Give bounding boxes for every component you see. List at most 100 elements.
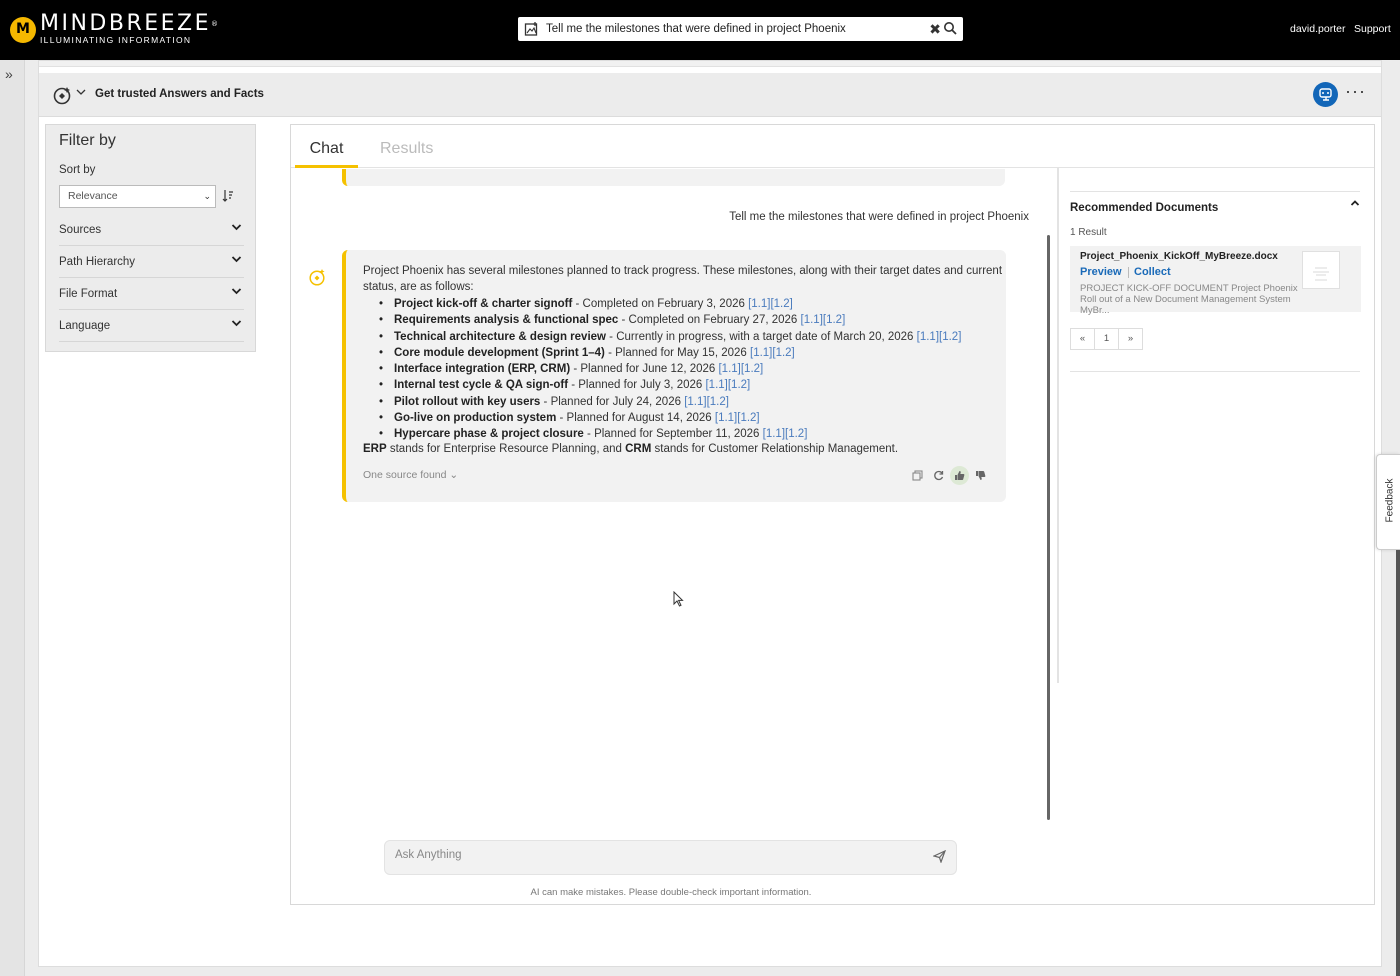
- list-item: Interface integration (ERP, CRM) - Plann…: [377, 361, 961, 378]
- assistant-settings-icon[interactable]: [1313, 82, 1338, 107]
- milestone-detail: - Planned for May 15, 2026: [604, 346, 750, 359]
- preview-link[interactable]: Preview: [1080, 266, 1122, 278]
- facet-language[interactable]: Language: [59, 314, 244, 342]
- logo[interactable]: MINDBREEZE® ILLUMINATING INFORMATION: [10, 11, 219, 45]
- logo-name: MINDBREEZE: [40, 11, 212, 36]
- milestone-detail: - Completed on February 3, 2026: [572, 298, 749, 310]
- chevron-down-icon: [231, 286, 242, 298]
- search-icon[interactable]: [943, 21, 957, 40]
- support-link[interactable]: Support: [1354, 23, 1391, 35]
- copy-icon[interactable]: [908, 466, 927, 485]
- search-input[interactable]: [543, 18, 923, 40]
- more-icon[interactable]: ···: [1345, 81, 1366, 102]
- milestone-name: Interface integration (ERP, CRM): [394, 363, 571, 376]
- expand-sidebar-icon[interactable]: »: [5, 66, 13, 82]
- chat-scrollbar[interactable]: [1047, 235, 1050, 820]
- clear-icon[interactable]: ✖: [929, 21, 941, 38]
- ask-input[interactable]: [395, 849, 915, 861]
- chevron-up-icon[interactable]: [1350, 198, 1360, 210]
- chevron-down-icon[interactable]: [76, 88, 86, 99]
- facet-file-format[interactable]: File Format: [59, 282, 244, 310]
- logo-registered: ®: [211, 20, 219, 28]
- send-icon[interactable]: [932, 849, 947, 868]
- search-bar: ✖: [518, 17, 963, 41]
- abbreviation-note: ERP stands for Enterprise Resource Plann…: [363, 443, 898, 455]
- sources-toggle[interactable]: One source found ⌄: [363, 469, 458, 481]
- divider: [1070, 191, 1360, 192]
- mouse-cursor-icon: [673, 590, 684, 612]
- image-search-icon[interactable]: [521, 17, 543, 41]
- frame-top-strip: [39, 61, 1381, 67]
- milestone-detail: - Planned for July 24, 2026: [540, 395, 685, 408]
- sort-select[interactable]: Relevance ⌄: [59, 185, 216, 208]
- milestone-name: Hypercare phase & project closure: [394, 428, 584, 441]
- assistant-answer: Project Phoenix has several milestones p…: [342, 250, 1006, 502]
- facet-sources[interactable]: Sources: [59, 218, 244, 246]
- list-item: Requirements analysis & functional spec …: [377, 312, 961, 329]
- pager-next[interactable]: »: [1118, 328, 1143, 350]
- tab-bar: Chat Results: [291, 125, 1374, 168]
- page-scrollbar[interactable]: [1396, 550, 1400, 976]
- milestone-detail: - Planned for July 3, 2026: [568, 379, 706, 392]
- filter-title: Filter by: [59, 132, 116, 149]
- milestone-name: Technical architecture & design review: [394, 330, 606, 343]
- milestone-detail: - Planned for September 11, 2026: [583, 428, 763, 441]
- milestone-name: Requirements analysis & functional spec: [394, 314, 619, 327]
- list-item: Go-live on production system - Planned f…: [377, 410, 961, 427]
- citation-link[interactable]: [1.1][1.2]: [705, 379, 750, 391]
- list-item: Core module development (Sprint 1–4) - P…: [377, 345, 961, 362]
- milestone-detail: - Completed on February 27, 2026: [618, 314, 801, 327]
- chevron-down-icon: ⌄: [203, 191, 211, 201]
- abbr-erp-text: stands for Enterprise Resource Planning,…: [386, 443, 626, 455]
- document-snippet: PROJECT KICK-OFF DOCUMENT Project Phoeni…: [1080, 283, 1298, 316]
- filter-panel: Filter by Sort by Relevance ⌄ Sources Pa…: [45, 124, 256, 352]
- facet-label: File Format: [59, 288, 118, 300]
- collect-link[interactable]: Collect: [1134, 266, 1171, 278]
- milestone-detail: - Currently in progress, with a target d…: [605, 330, 917, 343]
- ask-box: [384, 840, 957, 875]
- citation-link[interactable]: [1.1][1.2]: [763, 428, 808, 440]
- facet-label: Sources: [59, 224, 102, 236]
- list-item: Technical architecture & design review -…: [377, 329, 962, 346]
- feedback-tab[interactable]: Feedback: [1376, 454, 1400, 550]
- tab-chat[interactable]: Chat: [295, 125, 358, 168]
- divider: [1070, 371, 1360, 372]
- list-item: Internal test cycle & QA sign-off - Plan…: [377, 377, 961, 394]
- user-menu[interactable]: david.porter: [1290, 23, 1345, 35]
- citation-link[interactable]: [1.1][1.2]: [684, 396, 729, 408]
- milestone-name: Project kick-off & charter signoff: [394, 298, 573, 310]
- list-item: Pilot rollout with key users - Planned f…: [377, 394, 961, 411]
- pager-page[interactable]: 1: [1094, 328, 1119, 350]
- citation-link[interactable]: [1.1][1.2]: [748, 298, 793, 310]
- list-item: Project kick-off & charter signoff - Com…: [377, 296, 961, 313]
- thumbs-up-icon[interactable]: [950, 466, 969, 485]
- regenerate-icon[interactable]: [929, 466, 948, 485]
- document-card[interactable]: Project_Phoenix_KickOff_MyBreeze.docx Pr…: [1070, 246, 1361, 316]
- abbr-crm: CRM: [625, 443, 652, 455]
- result-count: 1 Result: [1070, 227, 1107, 238]
- facet-path-hierarchy[interactable]: Path Hierarchy: [59, 250, 244, 278]
- tab-results[interactable]: Results: [380, 125, 433, 173]
- citation-link[interactable]: [1.1][1.2]: [801, 314, 846, 326]
- left-rail: »: [0, 60, 25, 976]
- answer-actions: [908, 466, 992, 485]
- thumbs-down-icon[interactable]: [971, 466, 990, 485]
- citation-link[interactable]: [1.1][1.2]: [718, 363, 763, 375]
- abbr-erp: ERP: [363, 443, 387, 455]
- facet-label: Path Hierarchy: [59, 256, 136, 268]
- previous-answer-bubble: [342, 169, 1005, 186]
- pager-prev[interactable]: «: [1070, 328, 1095, 350]
- citation-link[interactable]: [1.1][1.2]: [750, 347, 795, 359]
- facet-label: Language: [59, 320, 111, 332]
- chat-panel: Chat Results Tell me the milestones that…: [290, 124, 1375, 905]
- recommended-documents: Recommended Documents 1 Result Project_P…: [1057, 168, 1365, 683]
- citation-link[interactable]: [1.1][1.2]: [917, 331, 962, 343]
- section-header: Get trusted Answers and Facts ···: [39, 73, 1381, 117]
- sort-order-icon[interactable]: [222, 189, 234, 205]
- chevron-down-icon: [231, 254, 242, 266]
- citation-link[interactable]: [1.1][1.2]: [715, 412, 760, 424]
- document-name[interactable]: Project_Phoenix_KickOff_MyBreeze.docx: [1080, 251, 1278, 262]
- chevron-down-icon: [231, 318, 242, 330]
- answer-intro: Project Phoenix has several milestones p…: [363, 265, 1003, 294]
- document-thumbnail[interactable]: [1302, 251, 1340, 289]
